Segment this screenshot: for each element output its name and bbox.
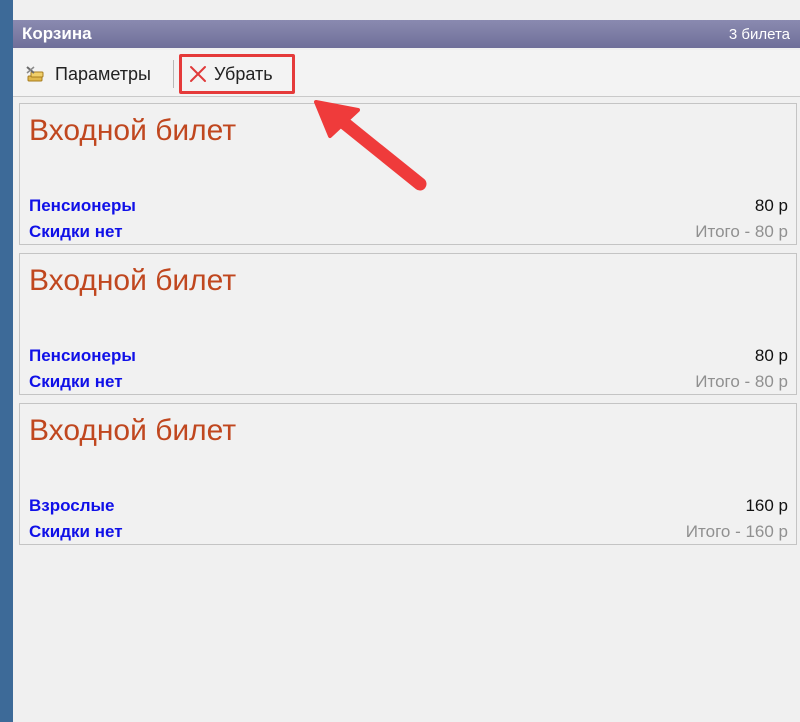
ticket-category[interactable]: Пенсионеры (29, 196, 136, 216)
ticket-item[interactable]: Входной билет Взрослые Скидки нет 160 р … (19, 403, 797, 545)
remove-label: Убрать (214, 63, 273, 84)
ticket-count: 3 билета (728, 25, 790, 43)
ticket-title: Входной билет (29, 114, 237, 147)
ticket-list: Входной билет Пенсионеры Скидки нет 80 р… (19, 103, 797, 553)
ticket-total: Итого - 160 р (685, 522, 788, 541)
ticket-discount[interactable]: Скидки нет (29, 222, 123, 242)
ticket-category[interactable]: Взрослые (29, 496, 115, 516)
params-label: Параметры (55, 63, 151, 84)
ticket-category[interactable]: Пенсионеры (29, 346, 136, 366)
ticket-price: 160 р (745, 496, 788, 515)
window-title: Корзина (22, 24, 92, 43)
close-icon (188, 64, 208, 84)
ticket-discount[interactable]: Скидки нет (29, 372, 123, 392)
settings-icon (25, 63, 49, 85)
ticket-total: Итого - 80 р (695, 372, 788, 391)
ticket-price: 80 р (754, 346, 788, 365)
ticket-total: Итого - 80 р (695, 222, 788, 241)
toolbar-separator (173, 60, 174, 88)
ticket-item[interactable]: Входной билет Пенсионеры Скидки нет 80 р… (19, 253, 797, 395)
ticket-item[interactable]: Входной билет Пенсионеры Скидки нет 80 р… (19, 103, 797, 245)
ticket-discount[interactable]: Скидки нет (29, 522, 123, 542)
remove-button[interactable]: Убрать (179, 54, 295, 94)
title-bar: Корзина 3 билета (13, 20, 800, 48)
ticket-title: Входной билет (29, 264, 237, 297)
toolbar: Параметры Убрать (13, 50, 800, 97)
ticket-price: 80 р (754, 196, 788, 215)
cart-window: Корзина 3 билета Параметры Убрать Входно… (0, 0, 800, 722)
params-button[interactable]: Параметры (19, 54, 157, 94)
ticket-title: Входной билет (29, 414, 237, 447)
